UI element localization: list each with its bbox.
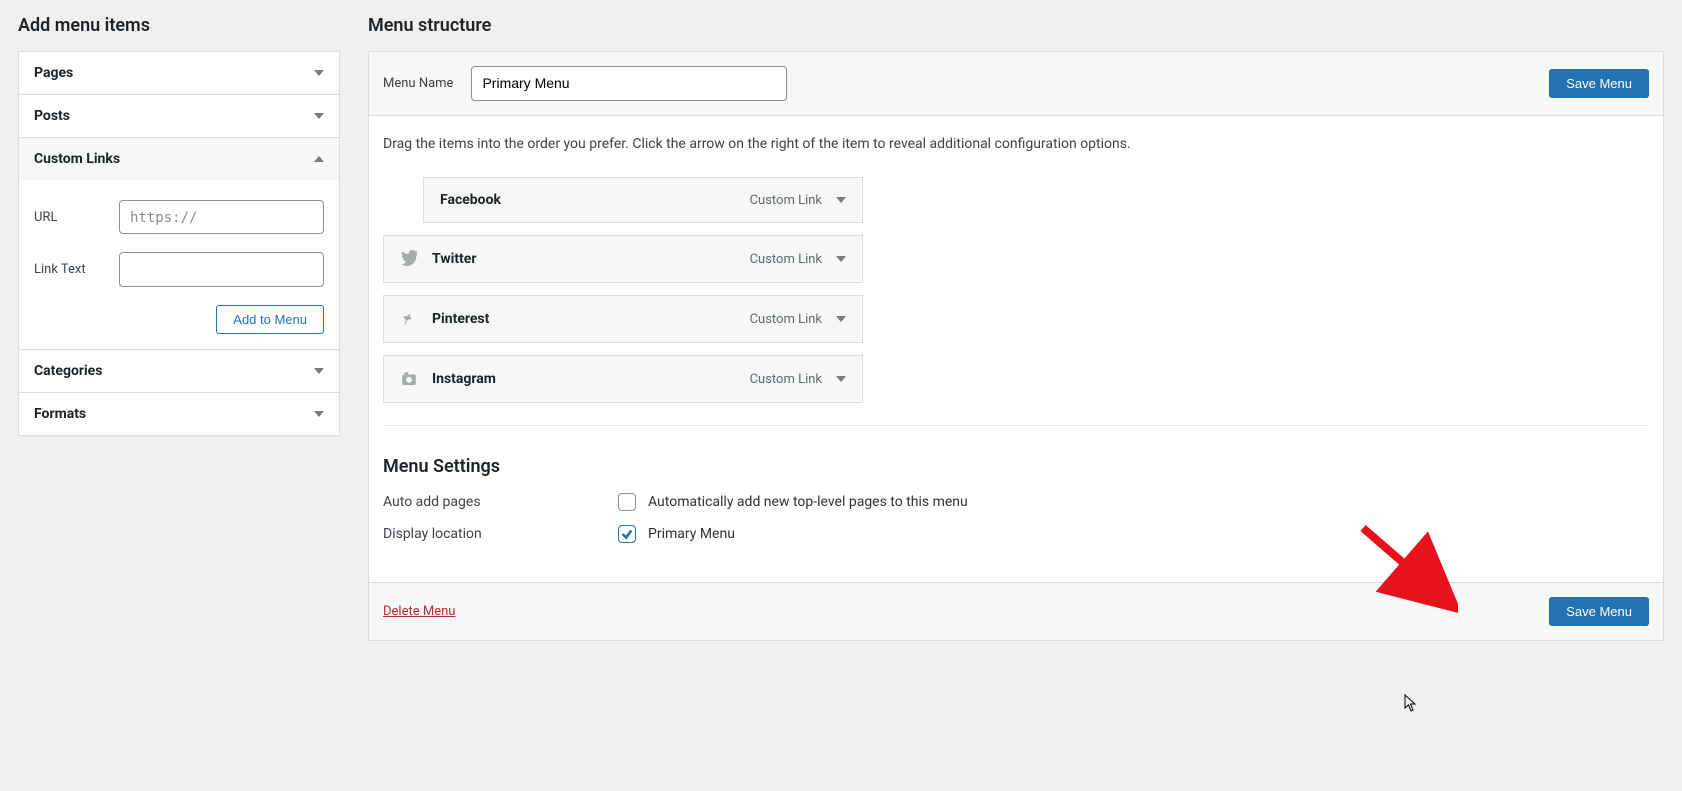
menu-name-input[interactable] bbox=[471, 66, 787, 101]
chevron-down-icon[interactable] bbox=[836, 256, 846, 262]
add-menu-items-heading: Add menu items bbox=[18, 15, 340, 36]
save-menu-button-bottom[interactable]: Save Menu bbox=[1549, 597, 1649, 626]
chevron-up-icon bbox=[314, 156, 324, 162]
menu-item-label: Twitter bbox=[432, 251, 476, 267]
camera-icon bbox=[400, 370, 418, 388]
display-location-option: Primary Menu bbox=[648, 526, 735, 542]
chevron-down-icon bbox=[314, 113, 324, 119]
save-menu-button-top[interactable]: Save Menu bbox=[1549, 69, 1649, 98]
panel-custom-links-label: Custom Links bbox=[34, 151, 120, 167]
panel-formats[interactable]: Formats bbox=[18, 392, 340, 436]
menu-name-label: Menu Name bbox=[383, 76, 453, 91]
panel-categories-label: Categories bbox=[34, 363, 102, 379]
chevron-down-icon bbox=[314, 411, 324, 417]
menu-item-type: Custom Link bbox=[750, 372, 822, 387]
panel-posts[interactable]: Posts bbox=[18, 94, 340, 138]
menu-box-footer: Delete Menu Save Menu bbox=[369, 582, 1663, 640]
panel-posts-label: Posts bbox=[34, 108, 70, 124]
pin-icon bbox=[400, 310, 418, 328]
twitter-icon bbox=[400, 250, 418, 268]
auto-add-pages-option: Automatically add new top-level pages to… bbox=[648, 494, 968, 510]
panel-categories[interactable]: Categories bbox=[18, 349, 340, 393]
menu-item-type: Custom Link bbox=[750, 193, 822, 208]
menu-item-twitter[interactable]: Twitter Custom Link bbox=[383, 235, 863, 283]
menu-box-header: Menu Name Save Menu bbox=[369, 52, 1663, 116]
menu-item-label: Pinterest bbox=[432, 311, 489, 327]
display-location-label: Display location bbox=[383, 526, 618, 542]
panel-pages[interactable]: Pages bbox=[18, 51, 340, 95]
menu-item-pinterest[interactable]: Pinterest Custom Link bbox=[383, 295, 863, 343]
menu-item-facebook[interactable]: Facebook Custom Link bbox=[423, 177, 863, 223]
panel-formats-label: Formats bbox=[34, 406, 86, 422]
link-text-input[interactable] bbox=[119, 252, 324, 286]
mouse-cursor-icon bbox=[1404, 694, 1418, 712]
menu-item-type: Custom Link bbox=[750, 312, 822, 327]
url-input[interactable] bbox=[119, 200, 324, 234]
menu-structure-heading: Menu structure bbox=[368, 15, 1664, 36]
menu-item-label: Facebook bbox=[440, 192, 501, 208]
panel-custom-links[interactable]: Custom Links URL Link Text Add to Menu bbox=[18, 137, 340, 350]
menu-item-label: Instagram bbox=[432, 371, 496, 387]
auto-add-pages-checkbox[interactable] bbox=[618, 493, 636, 511]
add-to-menu-button[interactable]: Add to Menu bbox=[216, 305, 324, 334]
menu-settings-heading: Menu Settings bbox=[383, 456, 1649, 477]
link-text-label: Link Text bbox=[34, 262, 119, 277]
display-location-checkbox[interactable] bbox=[618, 525, 636, 543]
menu-item-instagram[interactable]: Instagram Custom Link bbox=[383, 355, 863, 403]
url-label: URL bbox=[34, 210, 119, 225]
panel-custom-links-body: URL Link Text Add to Menu bbox=[19, 180, 339, 349]
chevron-down-icon[interactable] bbox=[836, 316, 846, 322]
delete-menu-link[interactable]: Delete Menu bbox=[383, 604, 455, 619]
chevron-down-icon[interactable] bbox=[836, 376, 846, 382]
menu-item-type: Custom Link bbox=[750, 252, 822, 267]
chevron-down-icon[interactable] bbox=[836, 197, 846, 203]
menu-body: Drag the items into the order you prefer… bbox=[369, 116, 1663, 582]
chevron-down-icon bbox=[314, 70, 324, 76]
auto-add-pages-label: Auto add pages bbox=[383, 494, 618, 510]
instructions-text: Drag the items into the order you prefer… bbox=[383, 136, 1649, 152]
chevron-down-icon bbox=[314, 368, 324, 374]
panel-pages-label: Pages bbox=[34, 65, 73, 81]
